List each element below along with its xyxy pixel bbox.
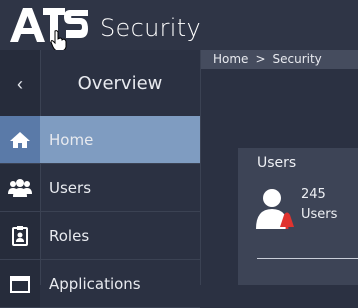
- sidebar-item-label: Users: [49, 179, 92, 197]
- card-title: Users: [257, 155, 297, 171]
- sidebar-heading: Overview: [77, 73, 163, 94]
- applications-icon: [0, 260, 40, 308]
- ats-logo-icon[interactable]: [10, 8, 88, 42]
- hand-cursor-icon: [50, 30, 67, 52]
- sidebar-item-label: Applications: [49, 275, 141, 293]
- breadcrumb-item-security[interactable]: Security: [273, 52, 322, 66]
- breadcrumb-item-home[interactable]: Home: [213, 52, 248, 66]
- sidebar-item-label: Roles: [49, 227, 90, 245]
- home-icon: [0, 116, 40, 164]
- sidebar-item-label: Home: [49, 131, 94, 149]
- card-divider: [257, 258, 358, 259]
- user-alert-icon: [256, 189, 294, 229]
- sidebar: ‹ Overview Home Users Roles Applications: [0, 50, 201, 308]
- sidebar-item-home[interactable]: Home: [0, 116, 200, 164]
- top-bar: Security: [0, 0, 358, 52]
- sidebar-item-users[interactable]: Users: [0, 164, 200, 212]
- users-card[interactable]: Users 245 Users: [238, 148, 358, 285]
- sidebar-item-roles[interactable]: Roles: [0, 212, 200, 260]
- users-icon: [0, 164, 40, 212]
- breadcrumb: Home > Security: [201, 50, 358, 69]
- app-title: Security: [100, 14, 201, 42]
- user-count: 245: [301, 187, 326, 202]
- user-count-label: Users: [301, 207, 338, 222]
- collapse-sidebar-button[interactable]: ‹: [0, 68, 40, 100]
- roles-icon: [0, 212, 40, 260]
- sidebar-item-applications[interactable]: Applications: [0, 260, 200, 308]
- breadcrumb-separator: >: [255, 52, 266, 66]
